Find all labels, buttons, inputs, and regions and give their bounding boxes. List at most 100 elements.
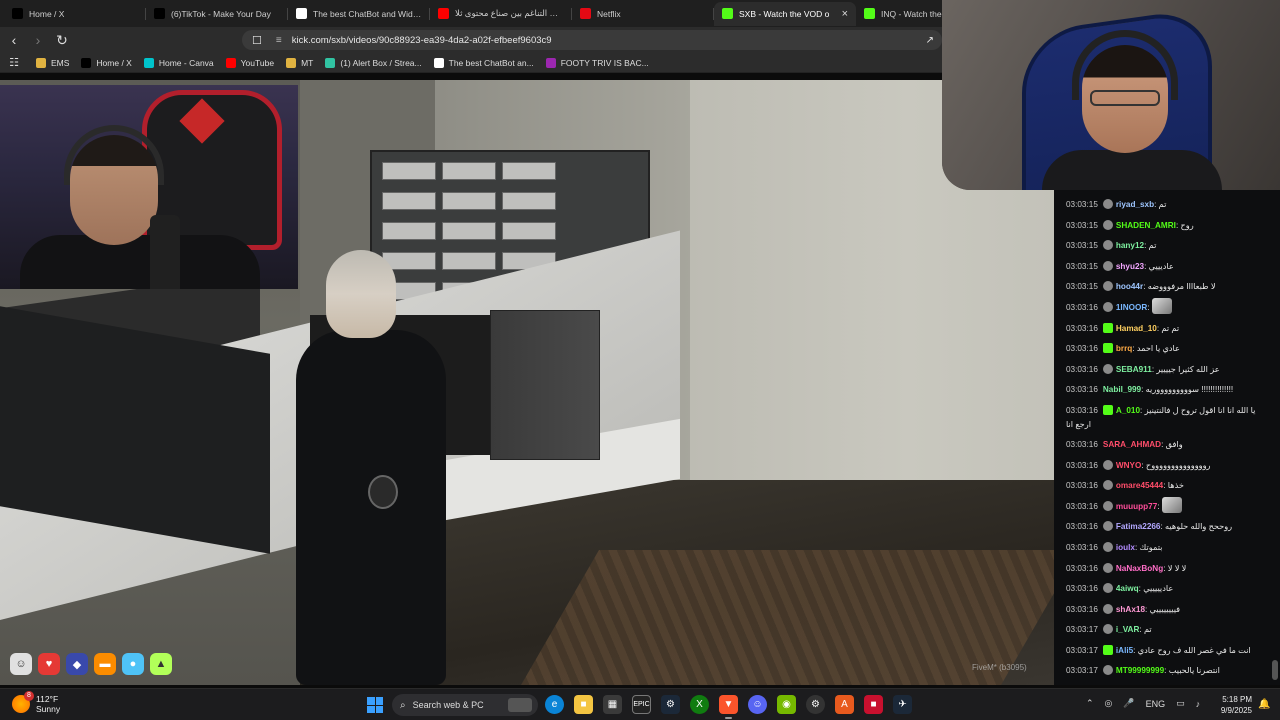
- chat-username[interactable]: hoo44r: [1116, 282, 1143, 291]
- chat-message[interactable]: 03:03:16 ioulx: بتموتك: [1066, 538, 1266, 559]
- forward-button[interactable]: ›: [28, 30, 48, 50]
- clock[interactable]: 5:18 PM 9/9/2025: [1214, 694, 1252, 716]
- app-a-icon[interactable]: A: [835, 695, 854, 714]
- bookmark-icon[interactable]: ☐: [252, 34, 262, 47]
- chat-message[interactable]: 03:03:16 brrq: عادي يا احمد: [1066, 339, 1266, 360]
- close-tab-icon[interactable]: ×: [842, 8, 848, 20]
- chat-message[interactable]: 03:03:15 hoo44r: لا طبعاااا مرفوووضه: [1066, 277, 1266, 298]
- chat-username[interactable]: SEBA911: [1116, 365, 1152, 374]
- chat-message[interactable]: 03:03:17 MT99999999: انتصرنا يالحبيب: [1066, 661, 1266, 682]
- bookmark-0[interactable]: EMS: [36, 57, 69, 68]
- chat-scrollbar[interactable]: [1272, 660, 1278, 680]
- chat-message[interactable]: 03:03:17 i_VAR: تم: [1066, 620, 1266, 641]
- chat-message[interactable]: 03:03:16 SARA_AHMAD: وافق: [1066, 435, 1266, 456]
- steam-icon[interactable]: ⚙: [661, 695, 680, 714]
- reload-button[interactable]: ↻: [52, 30, 72, 50]
- chat-message[interactable]: 03:03:16 omare45444: خذها: [1066, 476, 1266, 497]
- chat-panel[interactable]: 03:03:15 riyad_sxb: تم 03:03:15 SHADEN_AMRI…: [1054, 190, 1280, 685]
- microphone-icon[interactable]: 🎤: [1123, 698, 1134, 709]
- bookmark-4[interactable]: MT: [286, 57, 313, 68]
- chat-username[interactable]: 1INOOR: [1116, 303, 1147, 312]
- chat-username[interactable]: shyu23: [1116, 262, 1144, 271]
- bookmark-7[interactable]: FOOTY TRIV IS BAC...: [545, 57, 649, 68]
- chat-message[interactable]: 03:03:16 Nabil_999: سوووووووووريه !!!!!!!…: [1066, 380, 1266, 401]
- chat-username[interactable]: A_010: [1116, 406, 1140, 415]
- chat-message[interactable]: 03:03:16 NaNaxBoNg: لا لا لا: [1066, 559, 1266, 580]
- tab-4[interactable]: Netflix: [572, 2, 714, 26]
- chat-username[interactable]: NaNaxBoNg: [1116, 564, 1163, 573]
- tab-3[interactable]: تحدي التناغم بين صناع محتوى ثلا: [430, 2, 572, 26]
- chat-username[interactable]: SARA_AHMAD: [1103, 440, 1161, 449]
- tab-0[interactable]: Home / X: [4, 2, 146, 26]
- apps-grid-icon[interactable]: ☷: [2, 56, 26, 69]
- chat-username[interactable]: iAli5: [1116, 646, 1133, 655]
- chat-username[interactable]: omare45444: [1116, 481, 1163, 490]
- store-icon[interactable]: ▦: [603, 695, 622, 714]
- app-red-icon[interactable]: ■: [864, 695, 883, 714]
- bookmark-6[interactable]: The best ChatBot an...: [433, 57, 534, 68]
- chat-message[interactable]: 03:03:15 riyad_sxb: تم: [1066, 195, 1266, 216]
- share-icon[interactable]: ↗: [926, 35, 934, 46]
- chat-username[interactable]: WNYO: [1116, 461, 1141, 470]
- chat-username[interactable]: ioulx: [1116, 543, 1135, 552]
- chat-username[interactable]: riyad_sxb: [1116, 200, 1154, 209]
- chat-message[interactable]: 03:03:16 Fatima2266: روححح والله حلوهيه: [1066, 517, 1266, 538]
- language-indicator[interactable]: ENG: [1146, 699, 1166, 709]
- file-explorer-icon[interactable]: ■: [574, 695, 593, 714]
- chat-message[interactable]: 03:03:16 1INOOR:: [1066, 297, 1266, 319]
- site-info-icon[interactable]: ≡: [276, 35, 282, 46]
- discord-icon[interactable]: ☺: [748, 695, 767, 714]
- chat-username[interactable]: shAx18: [1116, 605, 1145, 614]
- bookmark-3[interactable]: YouTube: [225, 57, 274, 68]
- chat-username[interactable]: SHADEN_AMRI: [1116, 221, 1176, 230]
- brave-icon[interactable]: ▼: [719, 695, 738, 719]
- chat-message[interactable]: 03:03:16 A_010: يا الله انا انا اقول تروح…: [1066, 401, 1266, 435]
- chat-username[interactable]: 4aiwq: [1116, 584, 1139, 593]
- user-badge-icon: [1102, 624, 1113, 635]
- chat-username[interactable]: hany12: [1116, 241, 1144, 250]
- weather-widget[interactable]: 8 112°F Sunny: [12, 691, 60, 714]
- settings-icon[interactable]: ⚙: [806, 695, 825, 714]
- bookmark-label: The best ChatBot an...: [448, 57, 534, 68]
- bookmark-2[interactable]: Home - Canva: [143, 57, 214, 68]
- subscriber-badge-icon: [1102, 322, 1113, 333]
- bookmark-5[interactable]: (1) Alert Box / Strea...: [325, 57, 422, 68]
- url-text[interactable]: kick.com/sxb/videos/90c88923-ea39-4da2-a…: [292, 35, 552, 46]
- steam-alt-icon[interactable]: ✈: [893, 695, 912, 714]
- chat-message[interactable]: 03:03:16 Hamad_10: تم تم: [1066, 319, 1266, 340]
- chat-message[interactable]: 03:03:16 WNYO: رووووووووووووووح: [1066, 456, 1266, 477]
- network-icon[interactable]: ▭: [1176, 698, 1185, 709]
- chat-username[interactable]: muuupp77: [1116, 502, 1157, 511]
- taskbar-search[interactable]: ⌕ Search web & PC: [392, 694, 538, 716]
- chat-message[interactable]: 03:03:16 shAx18: فييييييييي: [1066, 600, 1266, 621]
- chat-username[interactable]: i_VAR: [1116, 625, 1140, 634]
- notification-icon[interactable]: 🔔: [1258, 699, 1270, 710]
- chevron-up-icon[interactable]: ⌃: [1086, 698, 1094, 709]
- bookmark-1[interactable]: Home / X: [81, 57, 132, 68]
- chat-username[interactable]: brrq: [1116, 344, 1132, 353]
- rack-unit: [382, 192, 436, 210]
- chat-message[interactable]: 03:03:15 hany12: تم: [1066, 236, 1266, 257]
- chat-message[interactable]: 03:03:16 muuupp77:: [1066, 496, 1266, 518]
- epic-games-icon[interactable]: EPIC: [632, 695, 651, 714]
- chat-message[interactable]: 03:03:16 4aiwq: عاديييييي: [1066, 579, 1266, 600]
- nvidia-icon[interactable]: ◉: [777, 695, 796, 714]
- chat-message[interactable]: 03:03:17 iAli5: انت ما في غصر الله ف روح …: [1066, 641, 1266, 662]
- chat-username[interactable]: Nabil_999: [1103, 385, 1141, 394]
- tab-5[interactable]: SXB - Watch the VOD o ×: [714, 1, 856, 26]
- url-bar[interactable]: ☐ ≡ kick.com/sxb/videos/90c88923-ea39-4d…: [242, 30, 942, 50]
- chat-username[interactable]: Fatima2266: [1116, 522, 1161, 531]
- chat-message[interactable]: 03:03:16 SEBA911: عز الله كثيرا جيييير: [1066, 360, 1266, 381]
- back-button[interactable]: ‹: [4, 30, 24, 50]
- start-button[interactable]: [367, 697, 383, 713]
- tab-1[interactable]: (6)TikTok - Make Your Day: [146, 2, 288, 26]
- chat-username[interactable]: Hamad_10: [1116, 324, 1157, 333]
- volume-icon[interactable]: ♪: [1196, 699, 1201, 709]
- edge-icon[interactable]: e: [545, 695, 564, 714]
- tab-2[interactable]: The best ChatBot and Widgets: [288, 2, 430, 26]
- xbox-icon[interactable]: X: [690, 695, 709, 714]
- chat-message[interactable]: 03:03:15 shyu23: عاديييي: [1066, 257, 1266, 278]
- chat-username[interactable]: MT99999999: [1116, 666, 1164, 675]
- tray-app-icon[interactable]: ◎: [1105, 698, 1113, 709]
- chat-message[interactable]: 03:03:15 SHADEN_AMRI: روح: [1066, 216, 1266, 237]
